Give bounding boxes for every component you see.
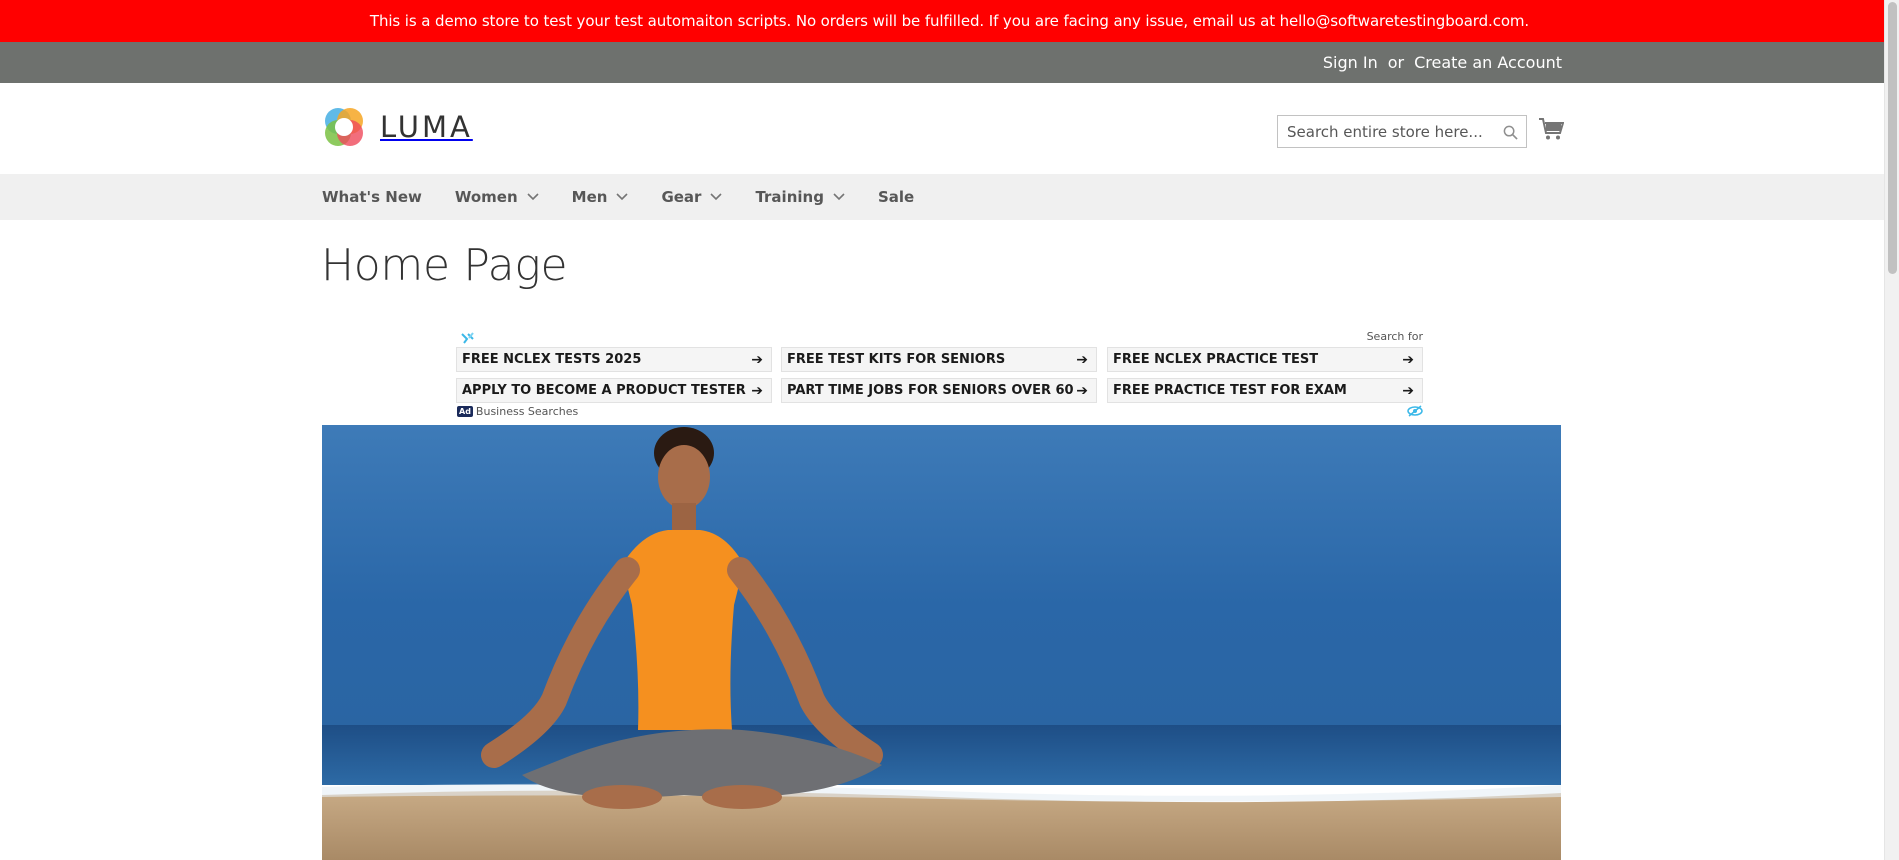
ad-item[interactable]: PART TIME JOBS FOR SENIORS OVER 60 ➔ [781,378,1097,403]
ad-item-label: FREE NCLEX PRACTICE TEST [1113,352,1319,367]
eye-icon[interactable] [1407,404,1423,418]
nav-item-training[interactable]: Training [755,188,845,206]
luma-logo[interactable]: LUMA [322,105,473,149]
search-input[interactable] [1278,116,1488,147]
main-navigation: What's New Women Men Gear Training Sale [0,174,1899,220]
chevron-down-icon [527,193,539,201]
arrow-right-icon: ➔ [1076,351,1088,368]
nav-item-sale[interactable]: Sale [878,188,914,206]
ad-item-label: FREE TEST KITS FOR SENIORS [787,352,1006,367]
chevron-down-icon [710,193,723,201]
sign-in-link[interactable]: Sign In [1323,53,1378,72]
ad-footer: Ad Business Searches [457,405,578,418]
ad-item[interactable]: FREE NCLEX PRACTICE TEST ➔ [1107,347,1423,372]
search-icon [1503,125,1518,140]
demo-store-banner: This is a demo store to test your test a… [0,0,1899,42]
arrow-right-icon: ➔ [751,351,763,368]
ad-item-label: FREE NCLEX TESTS 2025 [462,352,642,367]
ad-item[interactable]: FREE PRACTICE TEST FOR EXAM ➔ [1107,378,1423,403]
luma-logo-icon [325,108,363,146]
nav-item-women[interactable]: Women [455,188,539,206]
account-links: Sign In or Create an Account [1323,42,1562,83]
logo-text: LUMA [380,110,473,144]
arrow-right-icon: ➔ [1402,351,1414,368]
header: LUMA [0,83,1899,174]
cart-icon[interactable] [1538,116,1564,142]
page-scrollbar[interactable] [1884,0,1899,860]
chevron-down-icon [616,193,629,201]
ad-search-for-label: Search for [1366,330,1423,343]
ad-item-label: PART TIME JOBS FOR SENIORS OVER 60 [787,383,1074,398]
nav-item-gear[interactable]: Gear [661,188,723,206]
ad-item-label: FREE PRACTICE TEST FOR EXAM [1113,383,1347,398]
panel-header: Sign In or Create an Account [0,42,1899,83]
ad-item[interactable]: FREE TEST KITS FOR SENIORS ➔ [781,347,1097,372]
nav-item-men[interactable]: Men [572,188,629,206]
ad-footer-text[interactable]: Business Searches [476,405,578,418]
arrow-right-icon: ➔ [751,382,763,399]
ad-item-label: APPLY TO BECOME A PRODUCT TESTER [462,383,746,398]
chevron-down-icon [833,193,845,201]
arrow-right-icon: ➔ [1402,382,1414,399]
search-button[interactable] [1500,122,1520,142]
nav-item-whats-new[interactable]: What's New [322,188,422,206]
scrollbar-thumb[interactable] [1888,2,1897,274]
arrow-right-icon: ➔ [1076,382,1088,399]
demo-banner-text: This is a demo store to test your test a… [369,12,1530,30]
search-box [1277,115,1527,148]
ad-block: Search for FREE NCLEX TESTS 2025 ➔ FREE … [456,328,1423,422]
yoga-woman-image [322,425,1561,860]
ad-badge: Ad [457,406,473,417]
page-title: Home Page [321,240,568,291]
ad-item[interactable]: APPLY TO BECOME A PRODUCT TESTER ➔ [456,378,772,403]
hero-banner-image[interactable] [322,425,1561,860]
ad-provider-icon[interactable] [461,332,475,344]
ad-item[interactable]: FREE NCLEX TESTS 2025 ➔ [456,347,772,372]
or-separator: or [1387,53,1405,72]
create-account-link[interactable]: Create an Account [1414,53,1562,72]
